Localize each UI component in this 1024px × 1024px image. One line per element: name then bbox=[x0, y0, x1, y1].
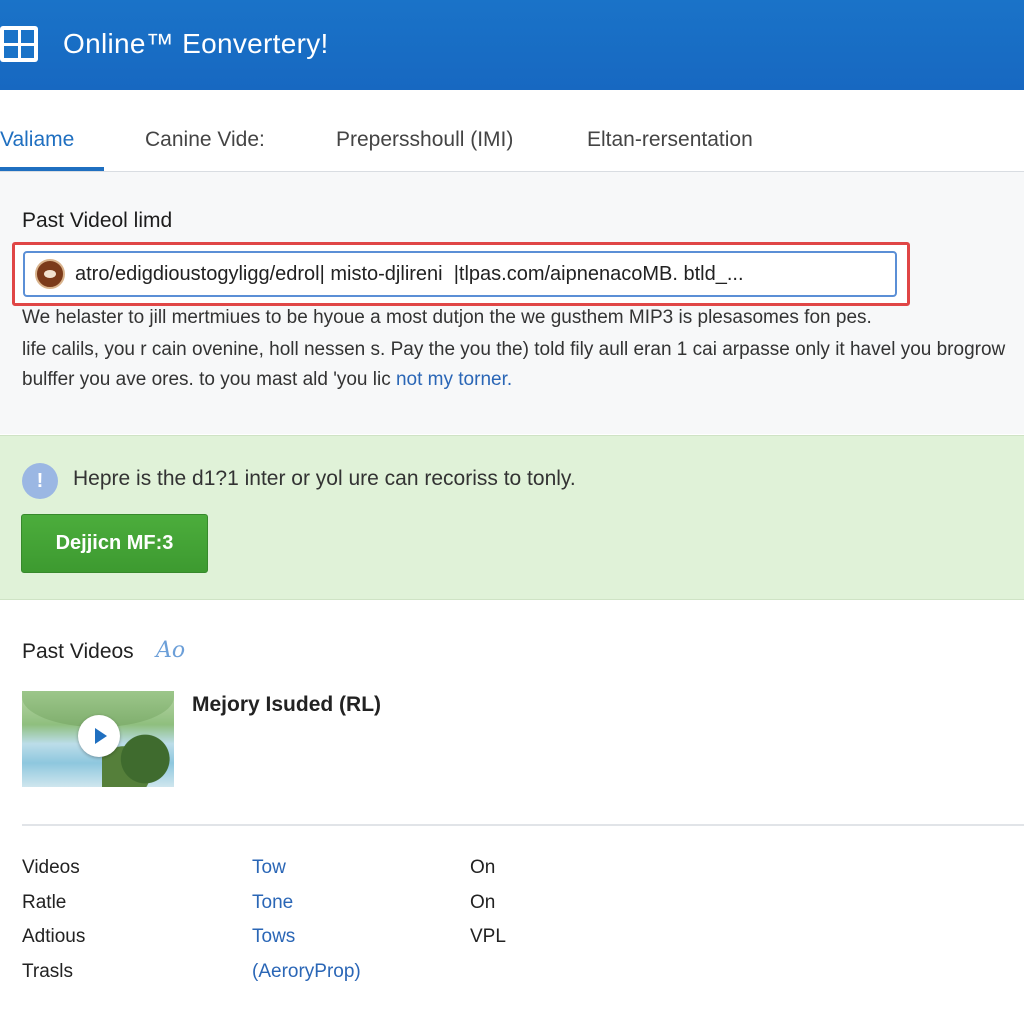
setting-link-trasls[interactable]: (AeroryProp) bbox=[252, 961, 361, 983]
download-mp3-button[interactable]: Dejjicn MF:3 bbox=[21, 514, 208, 573]
tab-bar: Valiame Canine Vide: Prepersshoull (IMI)… bbox=[0, 90, 1024, 172]
site-favicon-icon bbox=[35, 259, 65, 289]
info-icon: ! bbox=[22, 463, 58, 499]
url-highlight-frame bbox=[12, 242, 910, 306]
setting-value-videos: On bbox=[470, 857, 496, 878]
play-icon[interactable] bbox=[78, 715, 120, 757]
description-line-1: We helaster to jill mertmiues to be hyou… bbox=[22, 307, 872, 328]
setting-label-trasls: Trasls bbox=[22, 961, 74, 982]
video-thumbnail[interactable] bbox=[22, 691, 174, 787]
tab-canine-vide[interactable]: Canine Vide: bbox=[145, 128, 265, 152]
setting-value-adtious: VPL bbox=[470, 926, 506, 947]
url-section-label: Past Videol limd bbox=[22, 209, 173, 232]
tab-eltan-rersentation[interactable]: Eltan-rersentation bbox=[587, 128, 753, 152]
setting-link-adtious[interactable]: Tows bbox=[252, 926, 295, 948]
setting-value-ratle: On bbox=[470, 892, 496, 913]
url-field[interactable] bbox=[23, 251, 897, 297]
description-link[interactable]: not my torner. bbox=[396, 369, 512, 390]
description-line-2: life calils, you r cain ovenine, holl ne… bbox=[22, 339, 1006, 360]
url-section: Past Videol limd We helaster to jill mer… bbox=[0, 172, 1024, 434]
past-videos-header: Past Videos bbox=[22, 640, 134, 663]
setting-label-ratle: Ratle bbox=[22, 892, 67, 913]
app-header: Online™ Eonvertery! bbox=[0, 0, 1024, 90]
setting-link-videos[interactable]: Tow bbox=[252, 857, 286, 879]
section-divider bbox=[22, 824, 1024, 826]
tab-valiame[interactable]: Valiame bbox=[0, 128, 74, 152]
video-title[interactable]: Mejory Isuded (RL) bbox=[192, 693, 381, 717]
description-line-3-text: bulffer you ave ores. to you mast ald 'y… bbox=[22, 369, 396, 390]
notice-text: Hepre is the d1?1 inter or yol ure can r… bbox=[73, 467, 576, 490]
app-title: Online™ Eonvertery! bbox=[63, 28, 329, 59]
notice-panel: ! Hepre is the d1?1 inter or yol ure can… bbox=[0, 435, 1024, 600]
tab-prepersshoull[interactable]: Prepersshoull (IMI) bbox=[336, 128, 513, 152]
description-line-3: bulffer you ave ores. to you mast ald 'y… bbox=[22, 369, 512, 391]
setting-label-adtious: Adtious bbox=[22, 926, 86, 947]
windows-logo-icon bbox=[0, 26, 38, 62]
setting-link-ratle[interactable]: Tone bbox=[252, 892, 293, 914]
past-videos-badge: Ao bbox=[156, 638, 186, 663]
url-input[interactable] bbox=[75, 262, 875, 286]
active-tab-indicator bbox=[0, 167, 104, 171]
setting-label-videos: Videos bbox=[22, 857, 80, 878]
